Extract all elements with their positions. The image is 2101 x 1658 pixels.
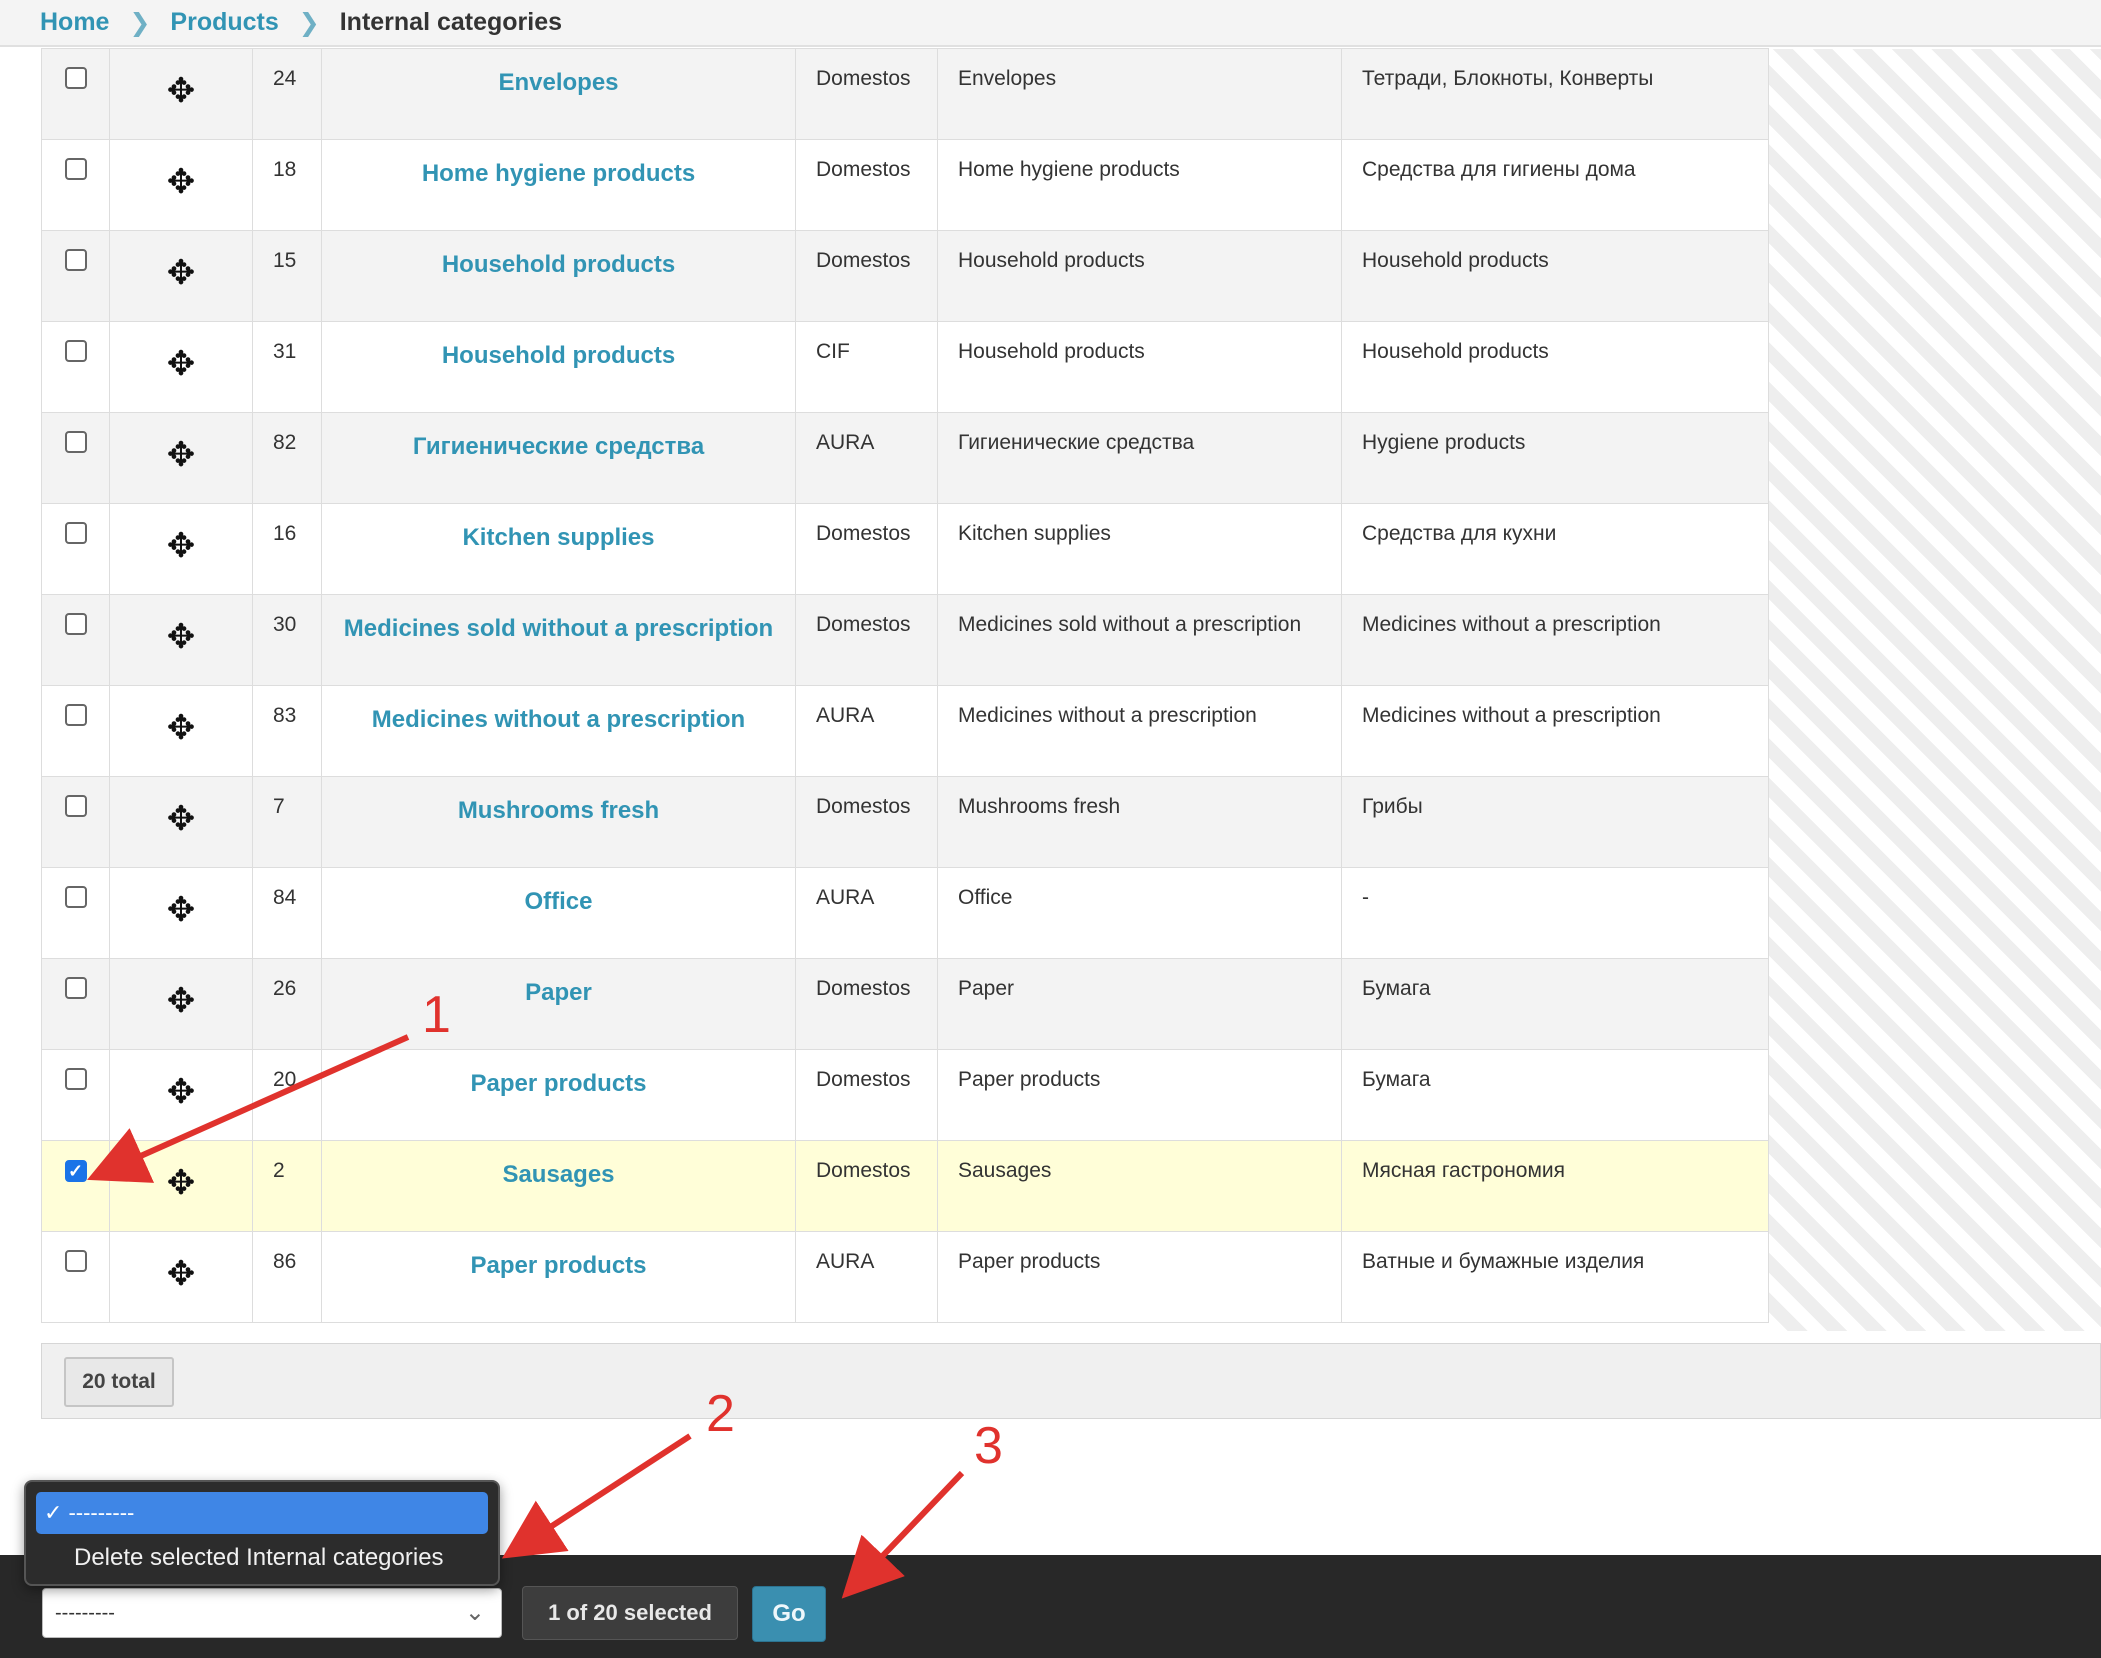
annotation-arrow-3 (841, 1470, 965, 1599)
annotation-arrow-1 (87, 1034, 410, 1183)
annotation-number-3: 3 (974, 1417, 1003, 1475)
annotation-number-1: 1 (422, 986, 451, 1044)
annotation-arrow-2 (501, 1433, 692, 1559)
annotation-arrows (87, 1034, 965, 1599)
annotation-number-2: 2 (706, 1385, 735, 1443)
